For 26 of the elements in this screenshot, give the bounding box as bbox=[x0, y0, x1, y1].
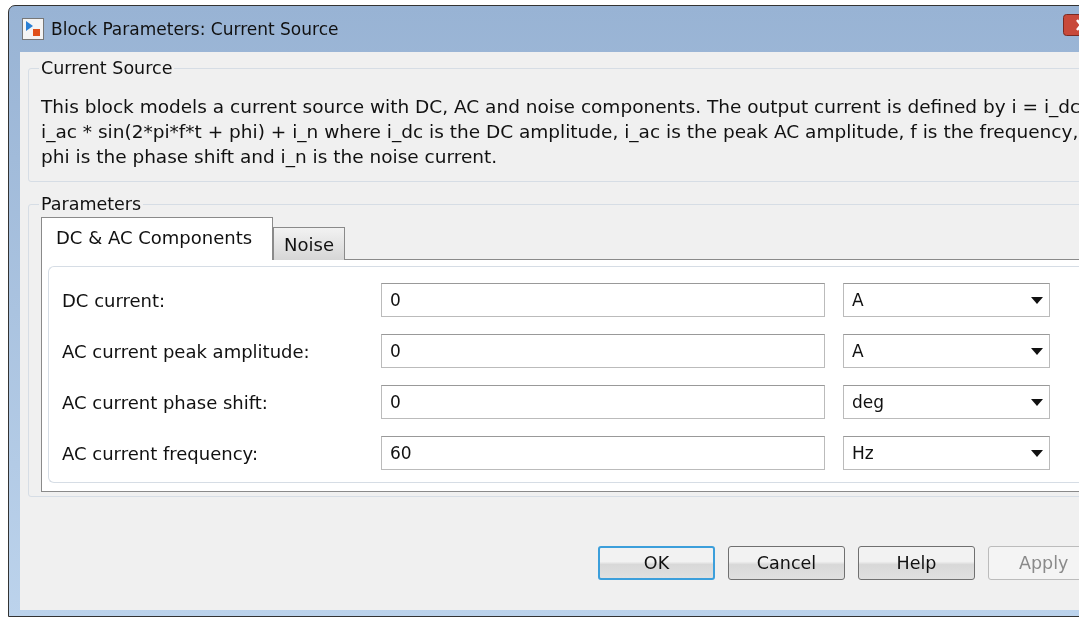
window-title: Block Parameters: Current Source bbox=[51, 19, 339, 39]
tab[interactable]: Noise bbox=[273, 227, 345, 260]
field-label: AC current peak amplitude: bbox=[62, 340, 311, 362]
group-title: Parameters bbox=[40, 194, 143, 214]
unit-dropdown[interactable]: Hz bbox=[843, 436, 1050, 470]
field-label: DC current: bbox=[62, 289, 167, 311]
caret-icon bbox=[1031, 347, 1043, 355]
input-field[interactable]: 60 bbox=[381, 436, 825, 470]
field-label: AC current phase shift: bbox=[62, 391, 269, 413]
field-label: AC current frequency: bbox=[62, 442, 259, 464]
dialog-button[interactable]: OK bbox=[598, 546, 715, 580]
caret-icon bbox=[1031, 296, 1043, 304]
unit-dropdown[interactable]: A bbox=[843, 334, 1050, 368]
caret-icon bbox=[1031, 398, 1043, 406]
unit-dropdown[interactable]: A bbox=[843, 283, 1050, 317]
dialog-button[interactable]: Cancel bbox=[728, 546, 845, 580]
tab[interactable]: DC & AC Components bbox=[41, 217, 274, 260]
input-field[interactable]: 0 bbox=[381, 283, 825, 317]
description-text: This block models a current source with DC, AC and noise components. The output current is defined by i = i_dc i_ac * sin(2*pi*f*t + phi) + i_n where i_dc is the DC amplitude, i_ac is the peak AC amplitude, f is the frequency, phi is the phase shift and i_n is the noise current. bbox=[41, 95, 1079, 169]
input-field[interactable]: 0 bbox=[381, 385, 825, 419]
input-field[interactable]: 0 bbox=[381, 334, 825, 368]
caret-icon bbox=[1031, 449, 1043, 457]
block-icon bbox=[22, 18, 44, 40]
unit-dropdown[interactable]: deg bbox=[843, 385, 1050, 419]
dialog-button[interactable]: Help bbox=[858, 546, 975, 580]
group-title: Current Source bbox=[40, 58, 174, 78]
